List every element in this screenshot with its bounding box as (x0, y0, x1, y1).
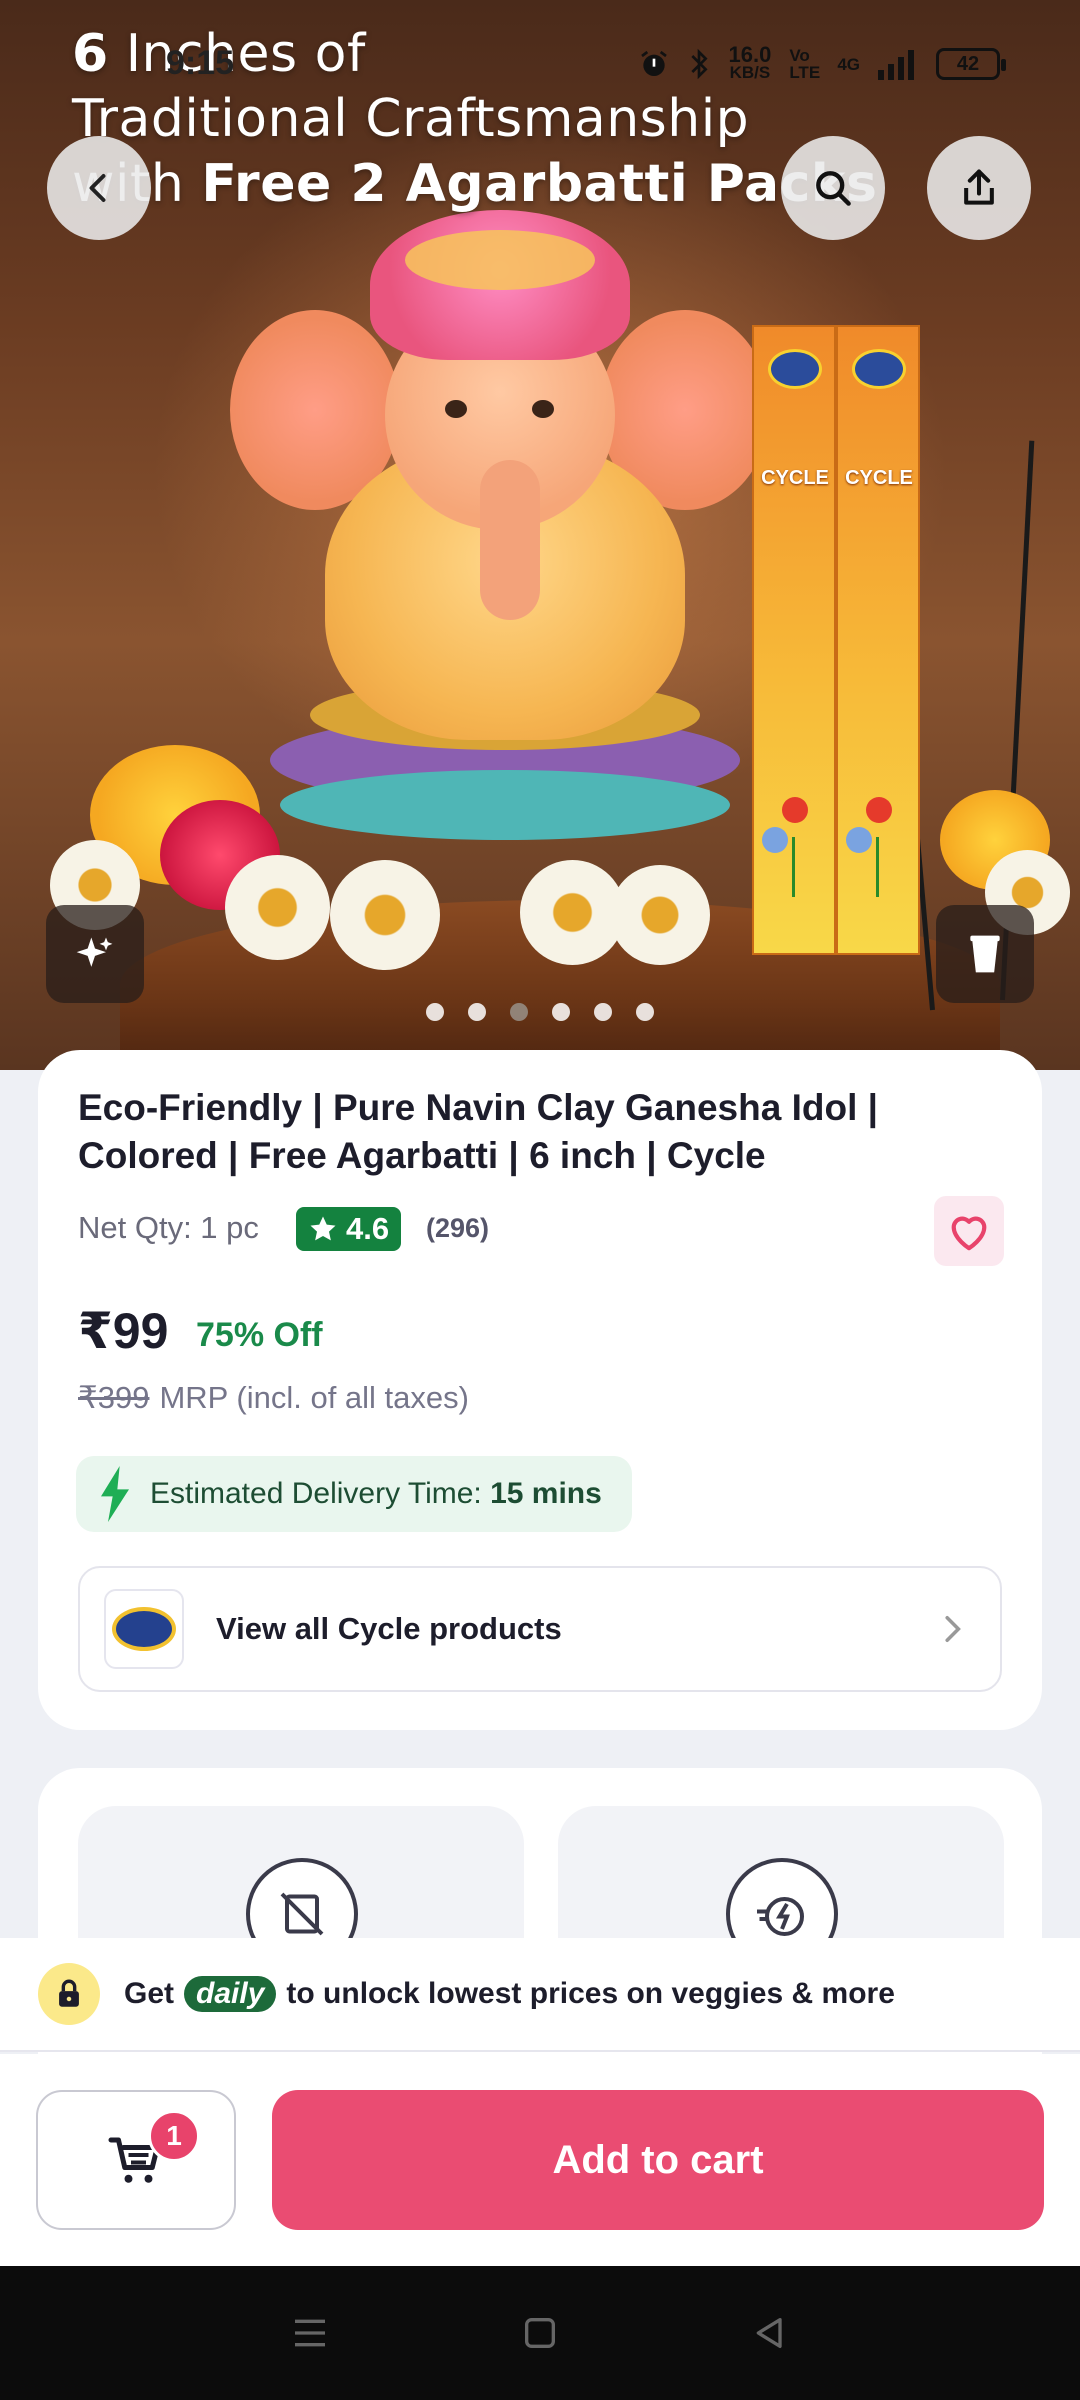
daisy-flower (330, 860, 440, 970)
agarbatti-box: CYCLE (752, 325, 836, 955)
delivery-eta: Estimated Delivery Time: 15 mins (76, 1456, 632, 1532)
home-icon[interactable] (520, 2313, 560, 2353)
cup-icon (970, 935, 1000, 973)
product-info-card: Eco-Friendly | Pure Navin Clay Ganesha I… (38, 1050, 1042, 1730)
selling-price: ₹99 (78, 1303, 169, 1359)
search-button[interactable] (781, 136, 885, 240)
carousel-dot[interactable] (468, 1003, 486, 1021)
carousel-dot-active[interactable] (510, 1003, 528, 1021)
recent-apps-icon[interactable] (290, 2313, 330, 2353)
rating-badge[interactable]: 4.6 (296, 1207, 402, 1251)
agarbatti-box: CYCLE (836, 325, 920, 955)
net-quantity: Net Qty: 1 pc (78, 1210, 259, 1245)
mrp-label: MRP (incl. of all taxes) (159, 1380, 469, 1415)
mrp-value: ₹399 (78, 1380, 150, 1415)
wishlist-button[interactable] (934, 1196, 1004, 1266)
alarm-icon (641, 50, 668, 76)
network-speed: 16.0 KB/S (728, 42, 772, 82)
volte-indicator: Vo LTE (789, 46, 821, 82)
share-icon (964, 169, 994, 205)
ai-sparkle-button[interactable] (46, 905, 144, 1003)
heart-icon (951, 1216, 987, 1251)
brand-link-label: View all Cycle products (216, 1611, 562, 1646)
eta-value: 15 mins (490, 1477, 602, 1510)
share-button[interactable] (927, 136, 1031, 240)
status-bar: 9:15 16.0 KB/S Vo LTE 4G 42 (0, 40, 1080, 96)
back-nav-icon[interactable] (750, 2313, 790, 2353)
system-navigation-bar (0, 2266, 1080, 2400)
ganesha-idol-image (230, 200, 770, 840)
back-button[interactable] (47, 136, 151, 240)
brand-products-link[interactable]: View all Cycle products (78, 1566, 1002, 1692)
daily-badge: daily (184, 1976, 277, 2012)
daily-banner-prefix: Get (124, 1977, 175, 2010)
battery-indicator: 42 (936, 48, 1006, 80)
star-icon (310, 1216, 336, 1241)
signal-icon (878, 50, 914, 80)
cart-count-badge: 1 (148, 2110, 200, 2162)
lock-icon (38, 1963, 100, 2025)
daisy-flower (610, 865, 710, 965)
carousel-dots (0, 1003, 1080, 1021)
bluetooth-icon (691, 48, 709, 80)
discount-label: 75% Off (196, 1316, 323, 1354)
status-time: 9:15 (166, 44, 235, 82)
lightning-icon (101, 1466, 129, 1522)
add-to-cart-button[interactable]: Add to cart (272, 2090, 1044, 2230)
eta-label: Estimated Delivery Time: (150, 1477, 491, 1510)
product-title: Eco-Friendly | Pure Navin Clay Ganesha I… (78, 1087, 878, 1176)
mrp-row: ₹399 MRP (incl. of all taxes) (78, 1380, 469, 1416)
rating-value: 4.6 (346, 1211, 390, 1246)
carousel-dot[interactable] (594, 1003, 612, 1021)
daily-banner-text: to unlock lowest prices on veggies & mor… (286, 1977, 895, 2010)
cart-button[interactable]: 1 (36, 2090, 236, 2230)
search-icon (816, 171, 851, 206)
carousel-dot[interactable] (636, 1003, 654, 1021)
daily-membership-banner[interactable]: Get daily to unlock lowest prices on veg… (0, 1938, 1080, 2052)
bottom-action-bar: 1 Add to cart (0, 2054, 1080, 2266)
view-in-room-button[interactable] (936, 905, 1034, 1003)
sparkle-icon (76, 937, 113, 967)
network-type: 4G (837, 54, 860, 74)
carousel-dot[interactable] (552, 1003, 570, 1021)
chevron-right-icon (945, 1616, 961, 1642)
carousel-dot[interactable] (426, 1003, 444, 1021)
product-image-carousel[interactable]: CYCLE CYCLE 6 Inches of Traditional Craf… (0, 0, 1080, 1070)
daisy-flower (225, 855, 330, 960)
rating-count[interactable]: (296) (426, 1213, 489, 1244)
brand-logo (104, 1589, 184, 1669)
chevron-left-icon (89, 174, 106, 202)
